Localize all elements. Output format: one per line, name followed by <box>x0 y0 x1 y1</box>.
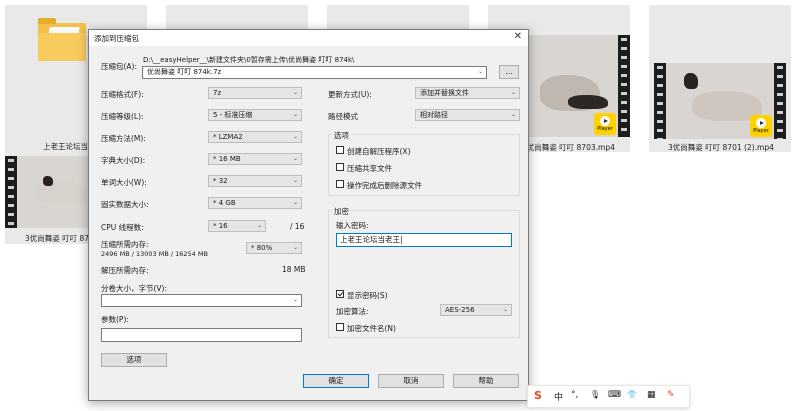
method-select[interactable]: * LZMA2 ⌄ <box>208 131 302 143</box>
method-label: 压缩方法(M): <box>101 134 146 143</box>
word-size-label: 单词大小(W): <box>101 178 147 187</box>
delete-after-checkbox[interactable] <box>336 180 344 188</box>
sfx-label: 创建自解压程序(X) <box>347 147 411 156</box>
sfx-checkbox[interactable] <box>336 146 344 154</box>
password-input[interactable]: 上老王论坛当老王| <box>336 233 512 247</box>
file-tile-video-8701[interactable]: Player 3优尚舞姿 叮叮 8701 (2).mp4 <box>649 5 791 152</box>
show-password-label: 显示密码(S) <box>347 291 388 300</box>
play-badge-icon: Player <box>750 115 772 137</box>
update-mode-label: 更新方式(U): <box>328 90 372 99</box>
memory-compress-detail: 2496 MB / 13003 MB / 16254 MB <box>101 250 208 258</box>
folder-icon <box>38 18 86 61</box>
keyboard-icon[interactable]: ⌨ <box>608 390 621 400</box>
microphone-icon[interactable]: 🎙 <box>590 390 600 399</box>
browse-button[interactable]: ... <box>499 65 519 79</box>
video-thumbnail: Player <box>654 63 786 139</box>
cpu-threads-select[interactable]: * 16 ⌄ <box>208 220 266 232</box>
file-label: 3优尚舞姿 叮叮 8701 (2).mp4 <box>668 143 774 152</box>
ok-button[interactable]: 确定 <box>303 374 369 388</box>
encrypt-names-checkbox[interactable] <box>336 323 344 331</box>
video-thumbnail <box>5 156 95 228</box>
split-volume-label: 分卷大小，字节(V): <box>101 284 168 293</box>
toolbox-grid-icon[interactable]: ▦ <box>647 390 656 400</box>
path-mode-label: 路径模式 <box>328 112 358 121</box>
split-volume-combo[interactable]: ⌄ <box>101 294 302 307</box>
update-mode-select[interactable]: 添加并替换文件 ⌄ <box>415 87 520 99</box>
parameters-label: 参数(P): <box>101 315 129 324</box>
word-size-select[interactable]: * 32 ⌄ <box>208 175 302 187</box>
archive-label: 压缩包(A): <box>101 62 138 71</box>
help-button[interactable]: 帮助 <box>453 374 519 388</box>
archive-path: D:\__easyHelper__\新建文件夹\0暂存需上传\优尚舞姿 叮叮 8… <box>143 56 355 64</box>
file-label: 3优尚舞姿 叮叮 870 <box>25 234 94 243</box>
archive-name-combo[interactable]: 优尚舞姿 叮叮 874k.7z ⌄ <box>142 66 487 79</box>
solid-size-label: 固实数据大小: <box>101 200 149 209</box>
file-tile-blank-1[interactable] <box>166 5 308 29</box>
add-to-archive-dialog: 添加到压缩包 ✕ 压缩包(A): D:\__easyHelper__\新建文件夹… <box>88 29 529 401</box>
level-label: 压缩等级(L): <box>101 112 144 121</box>
shared-files-label: 压缩共享文件 <box>347 164 392 173</box>
dialog-titlebar[interactable]: 添加到压缩包 ✕ <box>89 30 528 46</box>
file-tile-blank-2[interactable] <box>327 5 469 29</box>
close-icon[interactable]: ✕ <box>514 31 522 42</box>
memory-decompress-value: 18 MB <box>282 265 306 274</box>
show-password-checkbox[interactable] <box>336 290 344 298</box>
file-tile-video-870[interactable]: 3优尚舞姿 叮叮 870 <box>5 152 95 244</box>
memory-decompress-label: 解压所需内存: <box>101 266 149 275</box>
sogou-logo-icon[interactable]: S <box>534 389 542 402</box>
options-group-title: 选项 <box>332 130 351 141</box>
dictionary-label: 字典大小(D): <box>101 156 146 165</box>
encrypt-names-label: 加密文件名(N) <box>347 324 396 333</box>
format-select[interactable]: 7z ⌄ <box>208 87 302 99</box>
dialog-title: 添加到压缩包 <box>94 34 139 43</box>
shared-files-checkbox[interactable] <box>336 163 344 171</box>
cancel-button[interactable]: 取消 <box>378 374 444 388</box>
play-badge-icon: Player <box>594 113 616 135</box>
memory-usage-select[interactable]: * 80% ⌄ <box>246 242 302 254</box>
options-button[interactable]: 选项 <box>101 353 167 367</box>
skin-icon[interactable]: 👕 <box>627 390 637 399</box>
password-label: 输入密码: <box>336 221 369 230</box>
path-mode-select[interactable]: 相对路径 ⌄ <box>415 109 520 121</box>
cpu-threads-label: CPU 线程数: <box>101 223 144 232</box>
encryption-method-select[interactable]: AES-256 ⌄ <box>440 304 512 316</box>
encryption-method-label: 加密算法: <box>336 307 369 316</box>
delete-after-label: 操作完成后删除源文件 <box>347 181 422 190</box>
punctuation-icon[interactable]: °, <box>571 390 578 400</box>
format-label: 压缩格式(F): <box>101 90 144 99</box>
solid-size-select[interactable]: * 4 GB ⌄ <box>208 197 302 209</box>
level-select[interactable]: 5 - 标准压缩 ⌄ <box>208 109 302 121</box>
ime-toolbar: S 中 °, 🎙 ⌨ 👕 ▦ ✎ <box>527 385 690 408</box>
ime-language-toggle[interactable]: 中 <box>554 390 563 403</box>
encryption-group-title: 加密 <box>332 206 351 217</box>
file-label: 上老王论坛当 <box>43 142 88 151</box>
dictionary-select[interactable]: * 16 MB ⌄ <box>208 153 302 165</box>
parameters-input[interactable] <box>101 328 302 342</box>
cpu-threads-max: / 16 <box>290 222 305 231</box>
file-label: 3优尚舞姿 叮叮 8703.mp4 <box>522 143 615 152</box>
tools-icon[interactable]: ✎ <box>667 390 675 400</box>
memory-compress-label: 压缩所需内存: <box>101 240 149 249</box>
